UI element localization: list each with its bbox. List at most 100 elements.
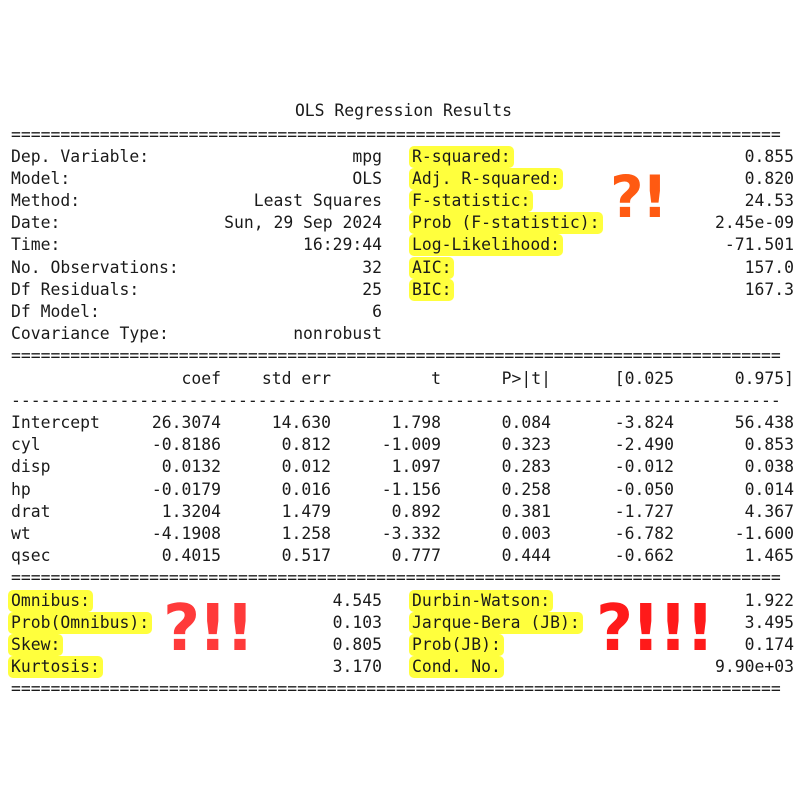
- row-name: cyl: [11, 435, 41, 454]
- summary-right-label: Log-Likelihood:: [409, 234, 564, 257]
- summary-right-value: 167.3: [744, 280, 794, 299]
- ci-low-cell: -6.782: [614, 524, 674, 543]
- summary-right-value: 0.820: [744, 169, 794, 188]
- summary-left-value: Least Squares: [253, 191, 382, 210]
- diag-left-label: Omnibus:: [8, 590, 93, 613]
- p-cell: 0.283: [501, 457, 551, 476]
- column-header: std err: [261, 369, 331, 388]
- row-name: Intercept: [11, 413, 100, 432]
- summary-row: Time: 16:29:44 Log-Likelihood: -71.501: [11, 234, 796, 257]
- column-header: 0.975]: [734, 369, 794, 388]
- ci-low-cell: -0.012: [614, 457, 674, 476]
- summary-row: Date: Sun, 29 Sep 2024 Prob (F-statistic…: [11, 212, 796, 235]
- diag-right-value: 1.922: [744, 591, 794, 610]
- summary-right-label: R-squared:: [409, 146, 514, 169]
- ci-low-cell: -3.824: [614, 413, 674, 432]
- summary-row: Covariance Type: nonrobust: [11, 323, 796, 345]
- ci-high-cell: 0.014: [744, 480, 794, 499]
- std-err-cell: 14.630: [271, 413, 331, 432]
- summary-left-label: Method:: [11, 191, 81, 210]
- p-cell: 0.381: [501, 502, 551, 521]
- double-rule: ========================================…: [11, 125, 781, 144]
- summary-right-value: -71.501: [724, 235, 794, 254]
- t-cell: 1.798: [391, 413, 441, 432]
- diag-right-label: Prob(JB):: [409, 634, 504, 657]
- page-title: OLS Regression Results: [294, 101, 513, 120]
- diag-left-label: Prob(Omnibus):: [8, 612, 153, 635]
- row-name: hp: [11, 480, 31, 499]
- ci-high-cell: 0.038: [744, 457, 794, 476]
- diag-right-value: 9.90e+03: [715, 657, 794, 676]
- diag-right-value: 0.174: [744, 635, 794, 654]
- table-row: wt -4.1908 1.258 -3.332 0.003 -6.782 -1.…: [11, 523, 796, 545]
- diag-right-label: Cond. No.: [409, 656, 504, 679]
- table-row: cyl -0.8186 0.812 -1.009 0.323 -2.490 0.…: [11, 434, 796, 456]
- summary-right-label: F-statistic:: [409, 190, 534, 213]
- row-name: disp: [11, 457, 51, 476]
- summary-left-value: 32: [362, 258, 382, 277]
- summary-left-label: Time:: [11, 235, 61, 254]
- table-row: hp -0.0179 0.016 -1.156 0.258 -0.050 0.0…: [11, 479, 796, 501]
- table-row: Intercept 26.3074 14.630 1.798 0.084 -3.…: [11, 412, 796, 434]
- ci-high-cell: 1.465: [744, 546, 794, 565]
- std-err-cell: 0.812: [281, 435, 331, 454]
- double-rule: ========================================…: [11, 346, 781, 365]
- summary-row: Dep. Variable: mpg R-squared: 0.855: [11, 146, 796, 169]
- t-cell: -3.332: [381, 524, 441, 543]
- std-err-cell: 0.517: [281, 546, 331, 565]
- t-cell: 1.097: [391, 457, 441, 476]
- summary-left-label: Df Residuals:: [11, 280, 140, 299]
- diag-left-value: 0.805: [332, 635, 382, 654]
- double-rule: ========================================…: [11, 679, 781, 698]
- p-cell: 0.444: [501, 546, 551, 565]
- t-cell: 0.892: [391, 502, 441, 521]
- coef-cell: -0.0179: [151, 480, 221, 499]
- std-err-cell: 1.479: [281, 502, 331, 521]
- summary-row: Method: Least Squares F-statistic: 24.53: [11, 190, 796, 213]
- summary-left-value: OLS: [352, 169, 382, 188]
- summary-left-value: 25: [362, 280, 382, 299]
- summary-row: Df Residuals: 25 BIC: 167.3: [11, 279, 796, 302]
- summary-row: Df Model: 6: [11, 301, 796, 323]
- summary-left-label: No. Observations:: [11, 258, 179, 277]
- diag-left-label: Kurtosis:: [8, 656, 103, 679]
- t-cell: -1.156: [381, 480, 441, 499]
- std-err-cell: 0.012: [281, 457, 331, 476]
- ci-high-cell: -1.600: [734, 524, 794, 543]
- summary-row: No. Observations: 32 AIC: 157.0: [11, 257, 796, 280]
- coef-cell: 1.3204: [161, 502, 221, 521]
- double-rule: ========================================…: [11, 568, 781, 587]
- summary-right-value: 2.45e-09: [715, 213, 794, 232]
- summary-right-label: AIC:: [409, 257, 455, 280]
- summary-left-label: Df Model:: [11, 302, 100, 321]
- summary-right-label: Prob (F-statistic):: [409, 212, 603, 235]
- summary-left-label: Dep. Variable:: [11, 147, 150, 166]
- column-header: t: [431, 369, 441, 388]
- diag-left-label: Skew:: [8, 634, 64, 657]
- annotation-mark: ?!: [610, 163, 668, 231]
- summary-left-value: Sun, 29 Sep 2024: [224, 213, 382, 232]
- ci-low-cell: -0.662: [614, 546, 674, 565]
- row-name: drat: [11, 502, 51, 521]
- p-cell: 0.258: [501, 480, 551, 499]
- summary-left-value: mpg: [352, 147, 382, 166]
- summary-left-label: Model:: [11, 169, 71, 188]
- coef-cell: -0.8186: [151, 435, 221, 454]
- summary-right-value: 0.855: [744, 147, 794, 166]
- ci-low-cell: -0.050: [614, 480, 674, 499]
- summary-right-label: BIC:: [409, 279, 455, 302]
- ci-high-cell: 0.853: [744, 435, 794, 454]
- column-header: [0.025: [614, 369, 674, 388]
- annotation-mark: ?!!: [163, 592, 254, 666]
- t-cell: -1.009: [381, 435, 441, 454]
- diag-right-value: 3.495: [744, 613, 794, 632]
- diag-left-value: 3.170: [332, 657, 382, 676]
- summary-right-value: 24.53: [744, 191, 794, 210]
- single-rule: ----------------------------------------…: [11, 391, 781, 410]
- table-row: disp 0.0132 0.012 1.097 0.283 -0.012 0.0…: [11, 456, 796, 478]
- column-header: coef: [181, 369, 221, 388]
- summary-left-label: Covariance Type:: [11, 324, 169, 343]
- summary-row: Model: OLS Adj. R-squared: 0.820: [11, 168, 796, 191]
- summary-left-value: 6: [372, 302, 382, 321]
- row-name: qsec: [11, 546, 51, 565]
